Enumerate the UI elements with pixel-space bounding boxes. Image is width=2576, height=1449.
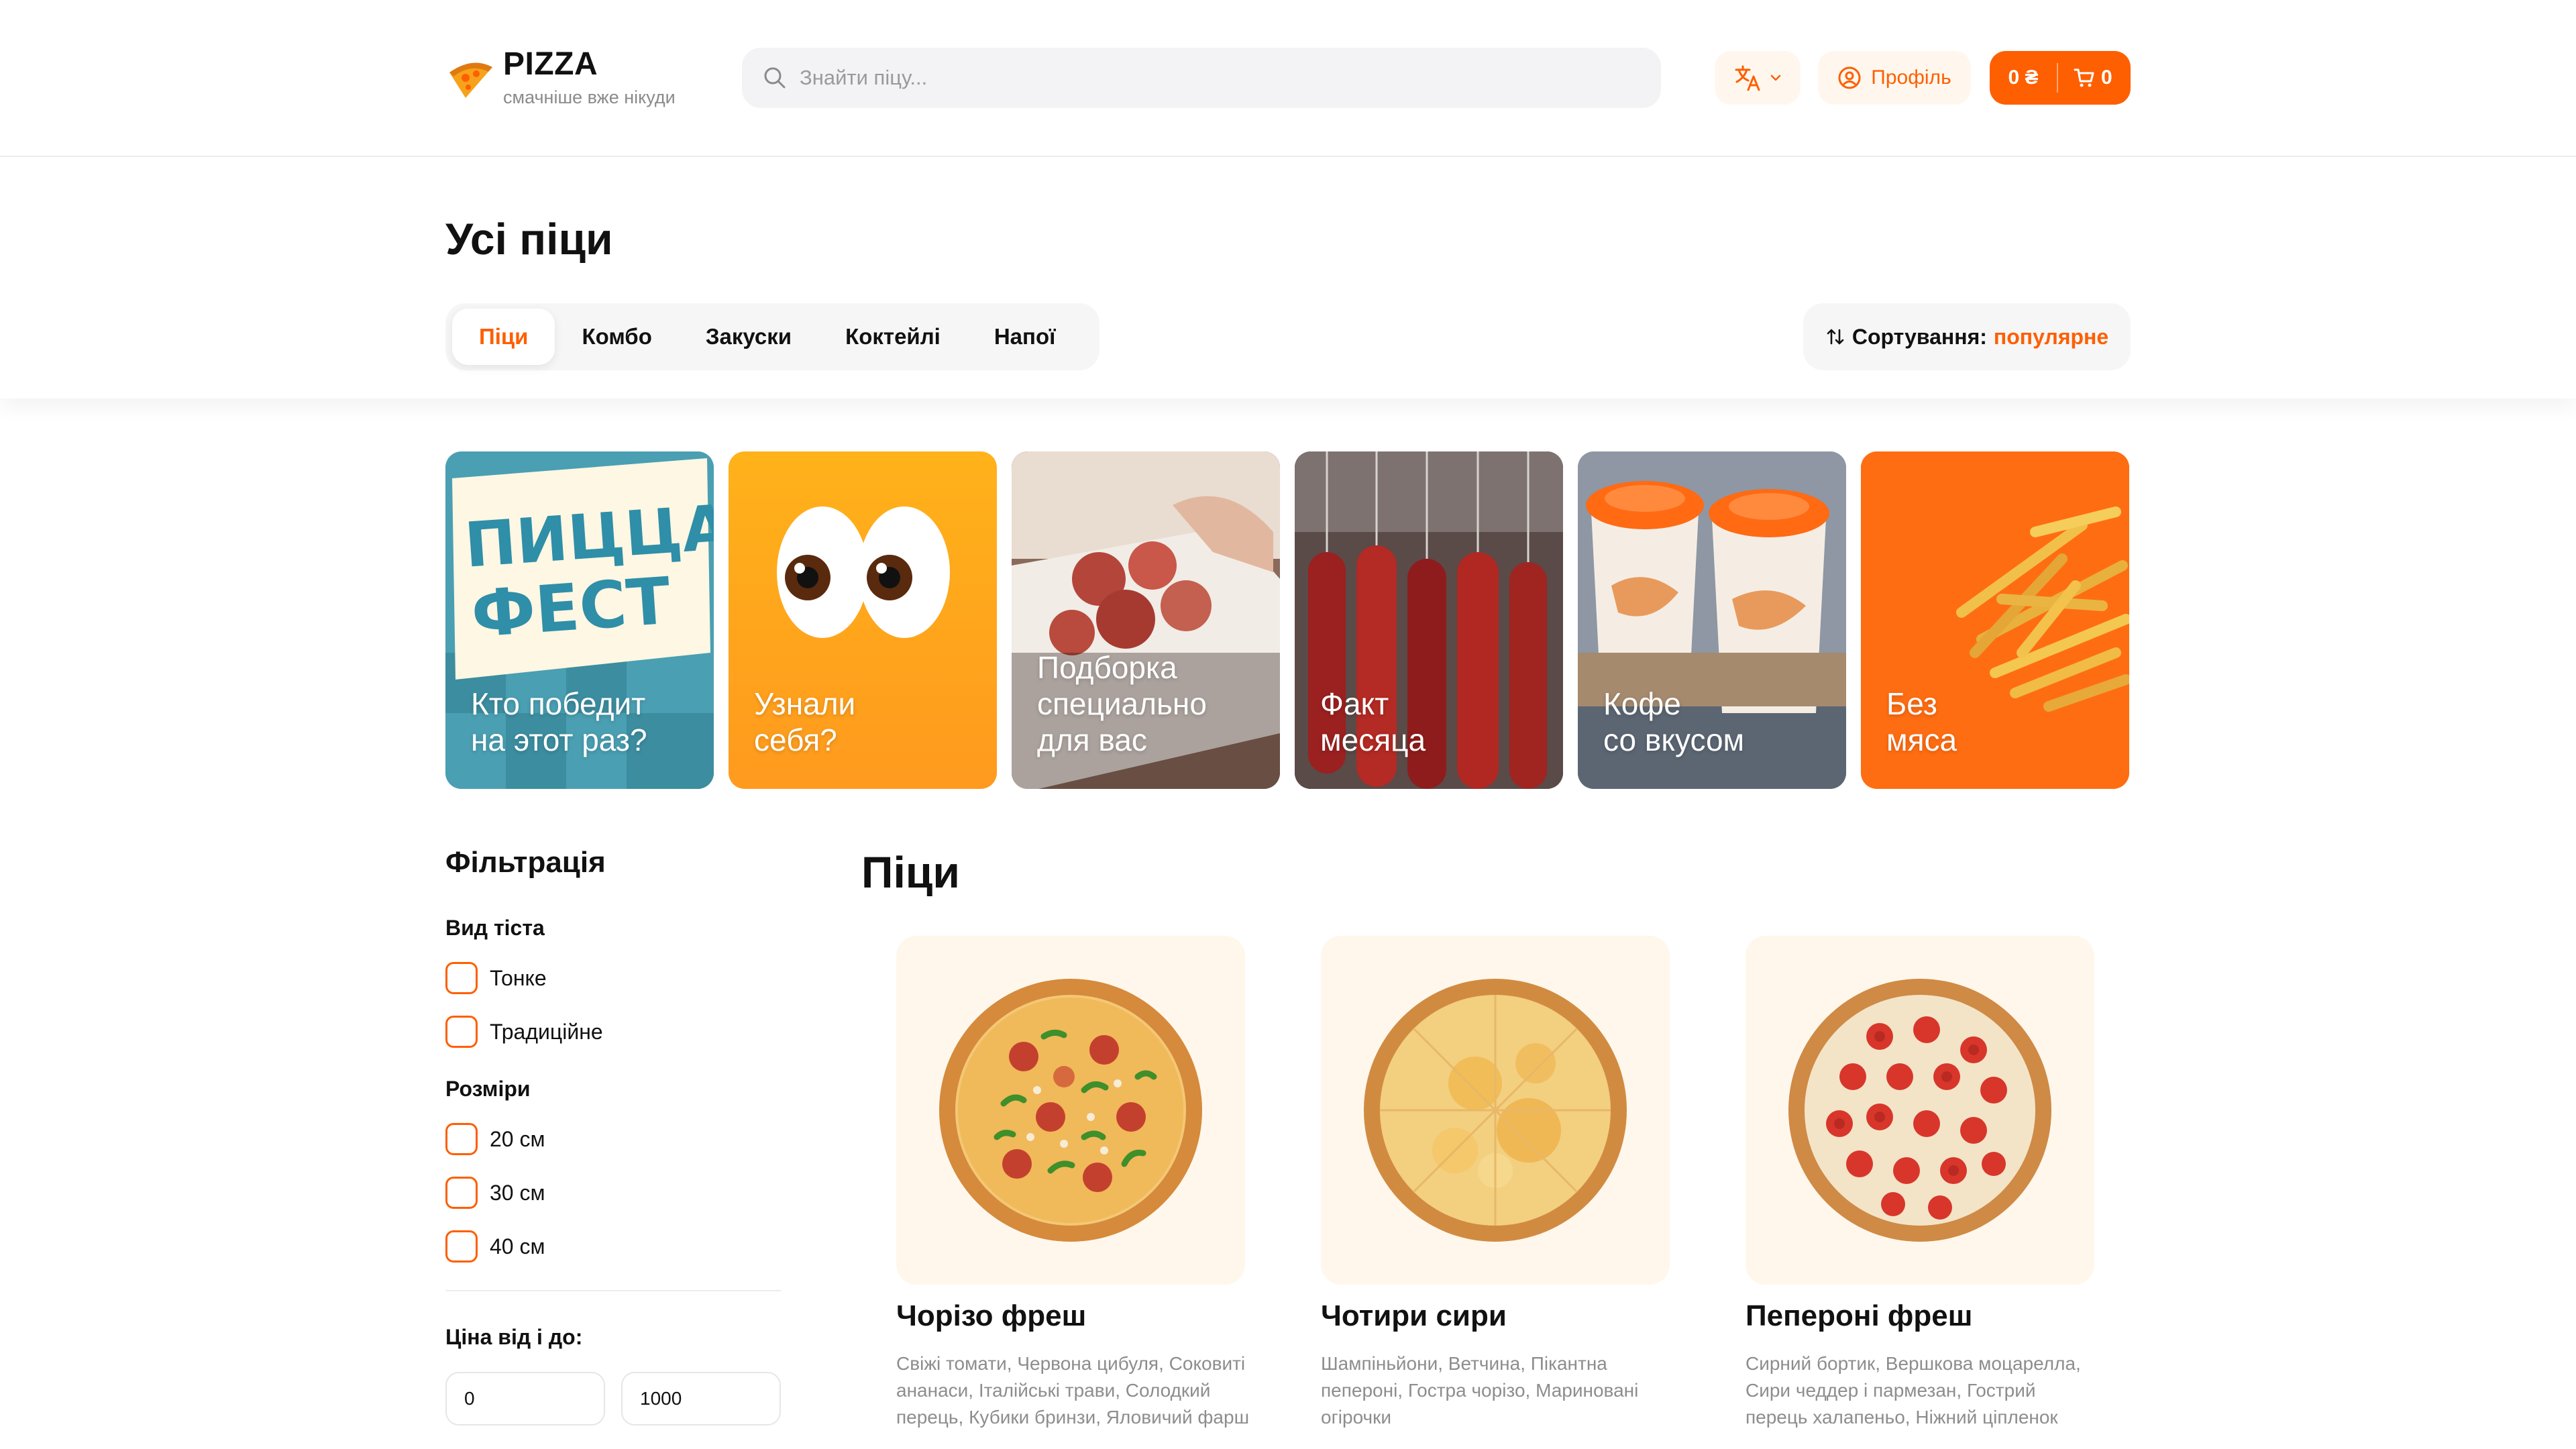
- checkbox-label: 40 см: [490, 1234, 545, 1258]
- product-name[interactable]: Чорізо фреш: [896, 1299, 1086, 1333]
- product-description: Сирний бортик, Вершкова моцарелла, Сири …: [1746, 1353, 2081, 1428]
- logo[interactable]: PIZZA смачніше вже нікуди: [445, 44, 700, 118]
- stories-row: ПИЦЦА ФЕСТ Кто победит на этот раз? Узна…: [445, 451, 2131, 789]
- product-image[interactable]: [1321, 936, 1670, 1285]
- language-button[interactable]: [1715, 51, 1801, 105]
- dough-option-traditional[interactable]: Традиційне: [445, 1015, 603, 1049]
- checkbox[interactable]: [445, 962, 478, 994]
- search-input[interactable]: [800, 48, 1638, 108]
- product-name[interactable]: Чотири сири: [1321, 1299, 1507, 1333]
- user-icon: [1838, 66, 1861, 89]
- product-description: Свіжі томати, Червона цибуля, Соковиті а…: [896, 1353, 1250, 1428]
- size-filter-label: Розміри: [445, 1077, 531, 1101]
- product-image[interactable]: [896, 936, 1245, 1285]
- filters-divider: [445, 1290, 781, 1291]
- search-bar[interactable]: [742, 48, 1661, 108]
- story-card[interactable]: Без мяса: [1861, 451, 2129, 789]
- product-description: Шампіньйони, Ветчина, Пікантна пепероні,…: [1321, 1353, 1639, 1428]
- brand-tagline: смачніше вже нікуди: [503, 87, 676, 107]
- tab-combo[interactable]: Комбо: [555, 309, 678, 365]
- filters-title: Фільтрація: [445, 846, 606, 879]
- section-title: Піци: [861, 847, 960, 897]
- chevron-down-icon: [1770, 74, 1781, 81]
- size-option-40[interactable]: 40 см: [445, 1230, 545, 1263]
- price-filter-label: Ціна від і до:: [445, 1325, 583, 1349]
- checkbox-label: 30 см: [490, 1180, 545, 1205]
- story-caption: Узнали себя?: [754, 686, 856, 757]
- profile-label: Профіль: [1871, 66, 1951, 89]
- story-caption: Без мяса: [1886, 686, 1957, 757]
- story-card[interactable]: Кофе со вкусом: [1578, 451, 1846, 789]
- dough-filter-label: Вид тіста: [445, 916, 545, 940]
- cart-count-group: 0: [2058, 66, 2112, 89]
- dough-option-thin[interactable]: Тонке: [445, 961, 547, 995]
- brand-name: PIZZA: [503, 46, 598, 82]
- story-card[interactable]: ПИЦЦА ФЕСТ Кто победит на этот раз?: [445, 451, 714, 789]
- sort-button[interactable]: Сортування: популярне: [1803, 303, 2131, 370]
- pizza-image: [939, 979, 1202, 1242]
- category-tabs: Піци Комбо Закуски Коктейлі Напої: [445, 303, 1099, 370]
- svg-text:ФЕСТ: ФЕСТ: [469, 564, 673, 652]
- page-title: Усі піци: [445, 214, 613, 264]
- site-header: PIZZA смачніше вже нікуди Профіль 0 ₴: [0, 0, 2576, 157]
- checkbox-label: 20 см: [490, 1126, 545, 1151]
- cart-button[interactable]: 0 ₴ 0: [1990, 51, 2131, 105]
- sort-value: популярне: [1993, 324, 2109, 349]
- story-card[interactable]: Узнали себя?: [729, 451, 997, 789]
- checkbox[interactable]: [445, 1230, 478, 1263]
- story-caption: Кофе со вкусом: [1603, 686, 1745, 757]
- tab-drinks[interactable]: Напої: [967, 309, 1083, 365]
- story-caption: Подборка специально для вас: [1037, 650, 1207, 757]
- pizza-image: [1788, 979, 2051, 1242]
- cart-icon: [2074, 68, 2094, 87]
- checkbox[interactable]: [445, 1016, 478, 1048]
- story-card[interactable]: Факт месяца: [1295, 451, 1563, 789]
- cart-count: 0: [2101, 66, 2112, 89]
- filters-panel: Фільтрація Вид тіста Тонке Традиційне Ро…: [445, 842, 781, 1449]
- size-option-20[interactable]: 20 см: [445, 1122, 545, 1156]
- sort-arrows-icon: [1827, 329, 1844, 345]
- size-option-30[interactable]: 30 см: [445, 1176, 545, 1210]
- checkbox-label: Традиційне: [490, 1019, 603, 1044]
- profile-button[interactable]: Профіль: [1818, 51, 1971, 105]
- translate-icon: [1735, 65, 1760, 91]
- tab-snacks[interactable]: Закуски: [679, 309, 818, 365]
- pizza-image: [1364, 979, 1627, 1242]
- price-to-input[interactable]: [621, 1372, 781, 1426]
- checkbox-label: Тонке: [490, 965, 547, 990]
- pizza-slice-icon: [449, 62, 492, 98]
- tab-cocktails[interactable]: Коктейлі: [818, 309, 967, 365]
- story-card[interactable]: Подборка специально для вас: [1012, 451, 1280, 789]
- story-caption: Факт месяца: [1320, 686, 1426, 757]
- tab-pizzas[interactable]: Піци: [452, 309, 555, 365]
- checkbox[interactable]: [445, 1177, 478, 1209]
- search-icon: [764, 67, 786, 89]
- top-bar: [0, 157, 2576, 398]
- product-name[interactable]: Пепероні фреш: [1746, 1299, 1972, 1333]
- sort-label: Сортування:: [1851, 324, 1987, 349]
- price-from-input[interactable]: [445, 1372, 605, 1426]
- story-caption: Кто победит на этот раз?: [471, 686, 647, 757]
- checkbox[interactable]: [445, 1123, 478, 1155]
- product-image[interactable]: [1746, 936, 2094, 1285]
- cart-sum: 0 ₴: [2008, 66, 2039, 89]
